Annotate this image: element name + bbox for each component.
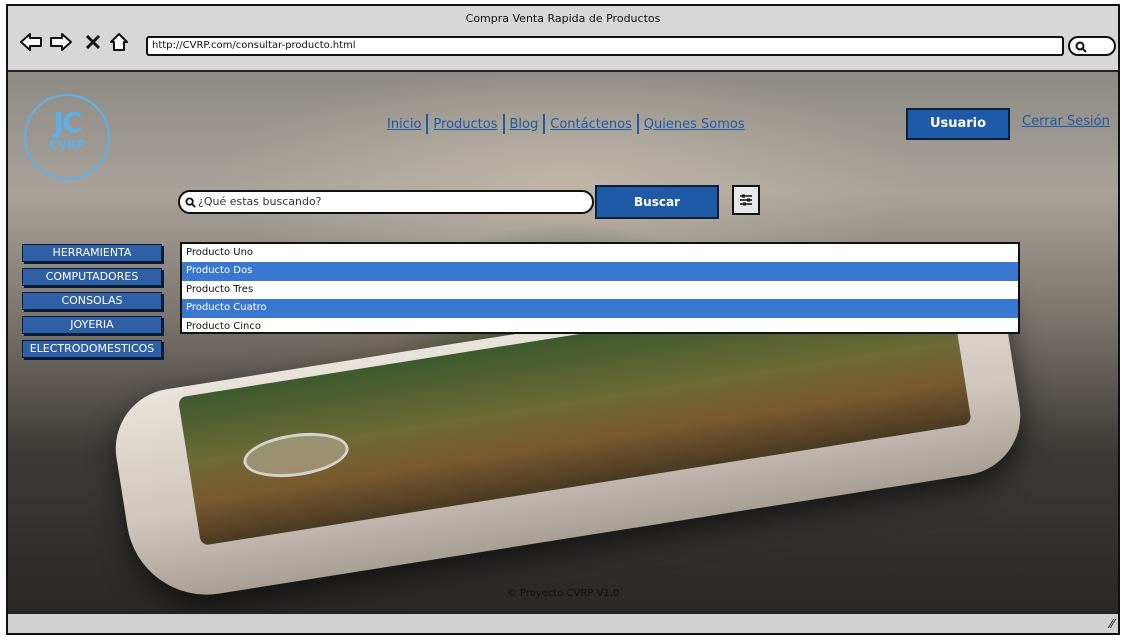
category-consolas[interactable]: CONSOLAS xyxy=(22,292,162,310)
search-placeholder: ¿Qué estas buscando? xyxy=(198,195,322,208)
nav-link-blog[interactable]: Blog xyxy=(505,117,544,132)
url-bar[interactable]: http://CVRP.com/consultar-producto.html xyxy=(146,36,1064,56)
logo-mark: JC xyxy=(53,106,83,139)
category-herramienta[interactable]: HERRAMIENTA xyxy=(22,244,162,262)
logo-text: CVRP xyxy=(48,138,86,152)
nav-link-contactenos[interactable]: Contáctenos xyxy=(545,117,637,132)
browser-statusbar: ⁄⁄ xyxy=(8,612,1118,633)
browser-window: Compra Venta Rapida de Productos http://… xyxy=(6,4,1120,635)
search-button[interactable]: Buscar xyxy=(595,185,719,219)
product-row[interactable]: Producto Cuatro xyxy=(182,299,1018,318)
filter-settings-icon[interactable] xyxy=(732,185,760,215)
forward-arrow-icon[interactable] xyxy=(48,30,74,54)
search-icon xyxy=(1075,41,1087,53)
category-computadores[interactable]: COMPUTADORES xyxy=(22,268,162,286)
user-button[interactable]: Usuario xyxy=(906,108,1010,140)
category-joyeria[interactable]: JOYERIA xyxy=(22,316,162,334)
search-icon xyxy=(185,197,196,208)
resize-grip-icon[interactable]: ⁄⁄ xyxy=(1110,617,1114,631)
browser-titlebar: Compra Venta Rapida de Productos http://… xyxy=(8,6,1118,72)
logout-link[interactable]: Cerrar Sesión xyxy=(1022,114,1110,129)
site-logo[interactable]: JC CVRP xyxy=(24,94,110,180)
product-row[interactable]: Producto Tres xyxy=(182,281,1018,299)
nav-link-inicio[interactable]: Inicio xyxy=(382,117,426,132)
browser-search-box[interactable] xyxy=(1068,36,1116,56)
nav-link-quienes-somos[interactable]: Quienes Somos xyxy=(639,117,750,132)
product-row[interactable]: Producto Dos xyxy=(182,262,1018,281)
close-x-icon[interactable] xyxy=(80,30,106,54)
page-footer: © Proyecto CVRP V1.0 xyxy=(506,588,620,599)
nav-link-productos[interactable]: Productos xyxy=(428,117,502,132)
category-electrodomesticos[interactable]: ELECTRODOMESTICOS xyxy=(22,340,162,358)
product-list: Producto Uno Producto Dos Producto Tres … xyxy=(180,242,1020,334)
product-row[interactable]: Producto Cinco xyxy=(182,318,1018,336)
search-input[interactable]: ¿Qué estas buscando? xyxy=(178,190,594,214)
home-icon[interactable] xyxy=(106,30,132,54)
page-viewport: JC CVRP Inicio Productos Blog Contácteno… xyxy=(8,72,1118,614)
top-navigation: Inicio Productos Blog Contáctenos Quiene… xyxy=(382,114,750,134)
back-arrow-icon[interactable] xyxy=(18,30,44,54)
product-row[interactable]: Producto Uno xyxy=(182,244,1018,262)
window-title: Compra Venta Rapida de Productos xyxy=(465,12,661,25)
